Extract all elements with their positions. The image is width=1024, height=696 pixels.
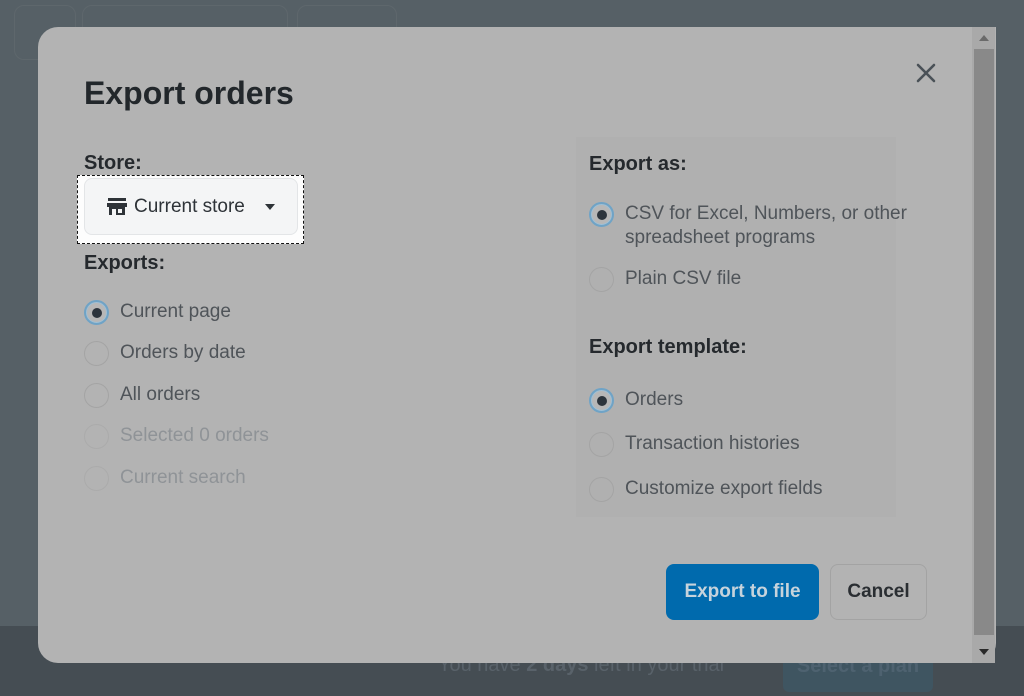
scroll-up-button[interactable] [972, 27, 995, 49]
export-as-label: Export as: [589, 153, 687, 175]
radio-csv-excel[interactable] [589, 202, 614, 227]
export-as-option-plain-csv[interactable]: Plain CSV file [589, 267, 741, 292]
export-as-option-csv-excel[interactable]: CSV for Excel, Numbers, or other spreads… [589, 202, 907, 250]
store-icon [107, 197, 127, 215]
modal-scrollbar[interactable] [972, 27, 995, 663]
export-options-panel [576, 137, 896, 517]
close-button[interactable] [910, 57, 942, 89]
arrow-down-icon [978, 649, 989, 655]
option-label: Current search [120, 467, 246, 488]
exports-option-all-orders[interactable]: All orders [84, 383, 200, 408]
radio-all-orders[interactable] [84, 383, 109, 408]
exports-option-orders-by-date[interactable]: Orders by date [84, 341, 246, 366]
exports-option-current-page[interactable]: Current page [84, 300, 231, 325]
cancel-button[interactable]: Cancel [830, 564, 927, 620]
export-to-file-button[interactable]: Export to file [666, 564, 819, 620]
scroll-thumb[interactable] [974, 49, 994, 635]
store-label: Store: [84, 152, 142, 174]
option-label: CSV for Excel, Numbers, or other spreads… [625, 202, 907, 250]
radio-orders-by-date[interactable] [84, 341, 109, 366]
option-label-line1: CSV for Excel, Numbers, or other [625, 203, 907, 224]
radio-template-customize[interactable] [589, 477, 614, 502]
exports-option-selected-orders: Selected 0 orders [84, 424, 269, 449]
option-label: Current page [120, 301, 231, 322]
scroll-down-button[interactable] [972, 641, 995, 663]
caret-down-icon [264, 203, 275, 210]
option-label: Customize export fields [625, 478, 823, 499]
modal-title: Export orders [84, 75, 294, 111]
template-option-orders[interactable]: Orders [589, 388, 683, 413]
export-orders-modal: Export orders Store: Current store Expor… [38, 27, 996, 663]
radio-current-page[interactable] [84, 300, 109, 325]
export-template-label: Export template: [589, 336, 747, 358]
template-option-customize-fields[interactable]: Customize export fields [589, 477, 822, 502]
option-label: Orders [625, 389, 684, 410]
exports-label: Exports: [84, 252, 166, 274]
store-selected-value: Current store [134, 195, 245, 217]
option-label: Orders by date [120, 342, 246, 363]
option-label: Plain CSV file [625, 268, 742, 289]
radio-plain-csv[interactable] [589, 267, 614, 292]
option-label: Selected 0 orders [120, 425, 269, 446]
arrow-up-icon [978, 35, 989, 41]
radio-current-search [84, 466, 109, 491]
close-icon [916, 63, 936, 83]
template-option-transaction-histories[interactable]: Transaction histories [589, 432, 800, 457]
radio-selected-orders [84, 424, 109, 449]
option-label: Transaction histories [625, 433, 800, 454]
radio-template-transactions[interactable] [589, 432, 614, 457]
option-label: All orders [120, 384, 201, 405]
exports-option-current-search: Current search [84, 466, 246, 491]
option-label-line2: spreadsheet programs [625, 227, 816, 248]
store-dropdown[interactable]: Current store [84, 178, 298, 235]
radio-template-orders[interactable] [589, 388, 614, 413]
